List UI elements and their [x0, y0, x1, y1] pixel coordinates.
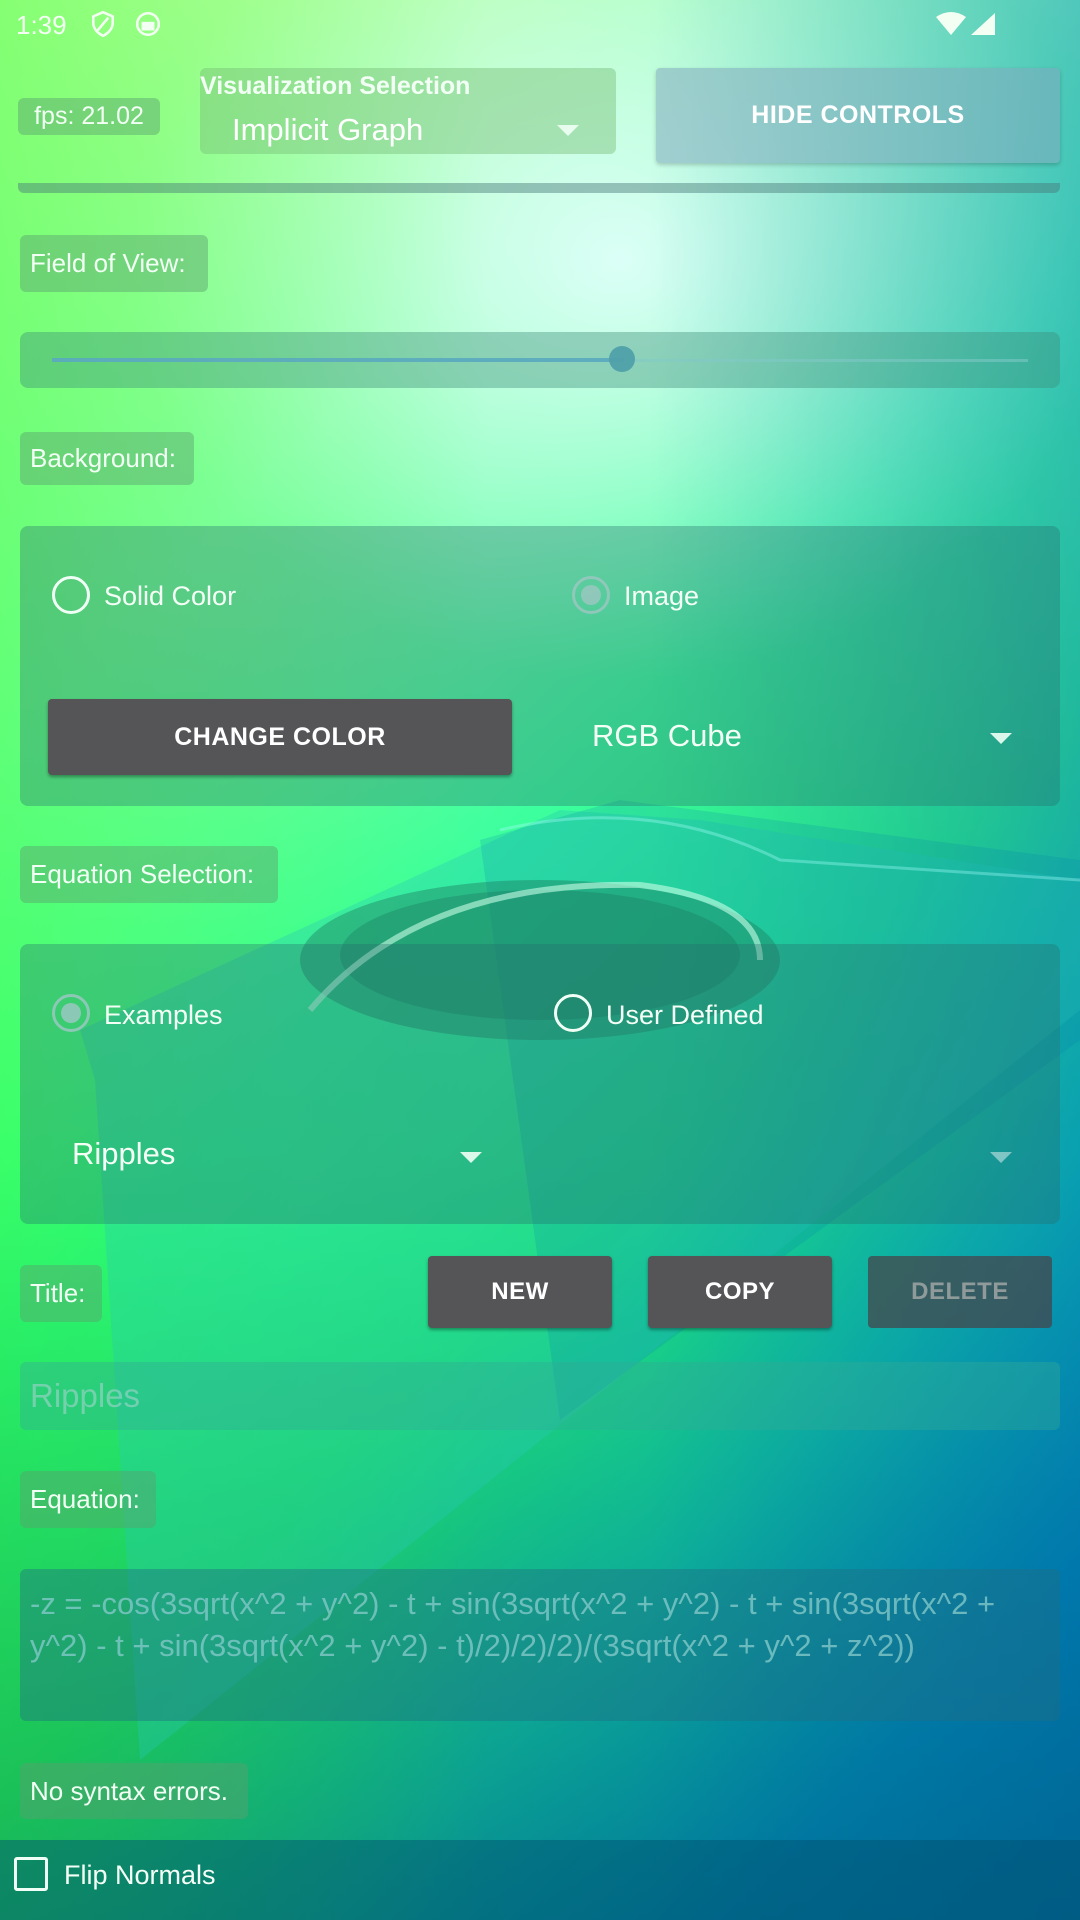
title-input[interactable]: Ripples — [20, 1362, 1060, 1430]
wifi-icon — [936, 12, 966, 35]
slider-fill — [52, 358, 624, 362]
background-label: Background: — [20, 432, 194, 485]
visualization-dropdown[interactable]: Visualization Selection Implicit Graph — [200, 68, 616, 154]
examples-radio[interactable] — [52, 994, 90, 1032]
change-color-button[interactable]: CHANGE COLOR — [48, 699, 512, 775]
hide-controls-button[interactable]: HIDE CONTROLS — [656, 68, 1060, 163]
face-icon — [135, 11, 161, 37]
solid-color-radio[interactable] — [52, 576, 90, 614]
shield-icon — [92, 10, 114, 38]
field-of-view-label: Field of View: — [20, 235, 208, 292]
equation-selection-label: Equation Selection: — [20, 846, 278, 903]
equation-label: Equation: — [20, 1471, 156, 1528]
new-button[interactable]: NEW — [428, 1256, 612, 1328]
dropdown-arrow-icon — [990, 1152, 1012, 1163]
syntax-status: No syntax errors. — [20, 1763, 248, 1819]
dropdown-arrow-icon — [990, 733, 1012, 744]
panel-divider — [18, 183, 1060, 193]
user-defined-label: User Defined — [606, 1000, 764, 1030]
visualization-title: Visualization Selection — [200, 72, 471, 100]
title-input-value: Ripples — [30, 1377, 141, 1414]
image-radio[interactable] — [572, 576, 610, 614]
field-of-view-slider[interactable] — [20, 332, 1060, 388]
solid-color-label: Solid Color — [104, 581, 237, 611]
flip-normals-label: Flip Normals — [64, 1860, 216, 1890]
signal-icon — [971, 13, 995, 35]
equation-text: -z = -cos(3sqrt(x^2 + y^2) - t + sin(3sq… — [30, 1586, 996, 1663]
background-image-dropdown[interactable]: RGB Cube — [580, 704, 1040, 770]
status-bar: 1:39 — [0, 0, 1080, 50]
image-label: Image — [624, 581, 700, 611]
visualization-value: Implicit Graph — [232, 112, 424, 147]
examples-label: Examples — [104, 1000, 223, 1030]
equation-input[interactable]: -z = -cos(3sqrt(x^2 + y^2) - t + sin(3sq… — [20, 1569, 1060, 1721]
dropdown-arrow-icon — [557, 125, 579, 136]
delete-button[interactable]: DELETE — [868, 1256, 1052, 1328]
example-dropdown-value: Ripples — [72, 1136, 176, 1171]
background-panel: Solid Color Image CHANGE COLOR RGB Cube — [20, 526, 1060, 806]
example-dropdown[interactable]: Ripples — [60, 1124, 520, 1190]
copy-button[interactable]: COPY — [648, 1256, 832, 1328]
checkbox-icon[interactable] — [14, 1857, 48, 1891]
user-defined-dropdown[interactable] — [560, 1124, 1040, 1190]
title-label: Title: — [20, 1265, 102, 1322]
fps-label: fps: 21.02 — [18, 98, 160, 135]
dropdown-arrow-icon — [460, 1152, 482, 1163]
user-defined-radio[interactable] — [554, 994, 592, 1032]
slider-thumb[interactable] — [609, 346, 635, 372]
background-image-value: RGB Cube — [592, 718, 742, 753]
equation-selection-panel: Examples User Defined Ripples — [20, 944, 1060, 1224]
status-time: 1:39 — [16, 10, 67, 40]
flip-normals-row: Flip Normals — [0, 1840, 1080, 1920]
